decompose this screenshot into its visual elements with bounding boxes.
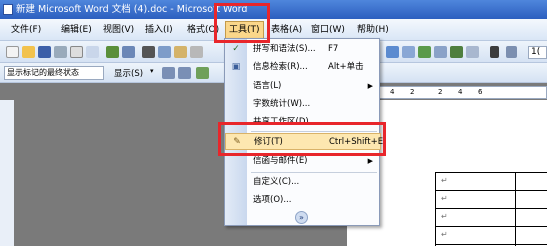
paste-icon[interactable] (174, 46, 187, 58)
accept-change-icon[interactable] (196, 67, 209, 79)
menu-item-shortcut: Alt+单击 (328, 62, 364, 72)
ruler-tick-label: 4 (390, 88, 395, 96)
insert-table-icon[interactable] (402, 46, 415, 58)
research-toolbar-icon[interactable] (122, 46, 135, 58)
previous-change-icon[interactable] (162, 67, 175, 79)
ruler-tick-label: 2 (438, 88, 443, 96)
submenu-arrow-icon: ▶ (367, 82, 373, 90)
spelling-toolbar-icon[interactable] (106, 46, 119, 58)
title-bar: 新建 Microsoft Word 文档 (4).doc - Microsoft… (0, 0, 547, 19)
table-border (435, 208, 547, 209)
menu-item-label: 选项(O)... (253, 195, 292, 205)
menu-item-label: 共享工作区(D)... (253, 117, 317, 127)
submenu-arrow-icon: ▶ (367, 157, 373, 165)
research-icon: ▣ (231, 62, 241, 72)
cut-icon[interactable] (142, 46, 155, 58)
format-painter-icon[interactable] (190, 46, 203, 58)
menu-window[interactable]: 窗口(W) (308, 23, 348, 37)
menu-item-label: 字数统计(W)... (253, 99, 311, 109)
copy-icon[interactable] (158, 46, 171, 58)
menu-item-shortcut: F7 (328, 44, 339, 54)
menu-format[interactable]: 格式(O) (184, 23, 222, 37)
menu-item-customize[interactable]: 自定义(C)... (225, 174, 381, 191)
menu-item-label: 修订(T) (254, 137, 283, 147)
menu-insert[interactable]: 插入(I) (142, 23, 176, 37)
table-border (435, 244, 547, 245)
track-changes-icon: ✎ (233, 137, 241, 147)
menu-item-shortcut: Ctrl+Shift+E (329, 137, 384, 147)
paragraph-mark: ↵ (441, 194, 448, 203)
menu-help[interactable]: 帮助(H) (354, 23, 392, 37)
paragraph-mark: ↵ (441, 230, 448, 239)
paragraph-mark: ↵ (441, 176, 448, 185)
menu-edit[interactable]: 编辑(E) (58, 23, 95, 37)
ruler-tick-label: 4 (458, 88, 463, 96)
expand-menu-chevron-icon[interactable]: » (295, 211, 308, 224)
table-border (435, 226, 547, 227)
spelling-icon: ✓ (232, 44, 240, 54)
document-map-icon[interactable] (466, 46, 479, 58)
menu-item-label: 拼写和语法(S)... (253, 44, 316, 54)
next-change-icon[interactable] (178, 67, 191, 79)
save-icon[interactable] (38, 46, 51, 58)
menu-item-label: 语言(L) (253, 81, 282, 91)
word-doc-icon (3, 4, 13, 15)
help-toolbar-icon[interactable] (506, 46, 517, 58)
print-preview-icon[interactable] (86, 46, 99, 58)
paragraph-mark: ↵ (441, 212, 448, 221)
menu-item-label: 信息检索(R)... (253, 62, 308, 72)
menu-item-word-count[interactable]: 字数统计(W)... (225, 96, 381, 113)
open-folder-icon[interactable] (22, 46, 35, 58)
menu-item-options[interactable]: 选项(O)... (225, 192, 381, 209)
table-border (435, 172, 547, 173)
tools-menu: ✓ 拼写和语法(S)... F7 ▣ 信息检索(R)... Alt+单击 语言(… (224, 38, 384, 226)
menu-item-track-changes[interactable]: ✎ 修订(T) Ctrl+Shift+E (225, 133, 384, 150)
ruler-tick-label: 2 (410, 88, 415, 96)
menu-item-letters-mailings[interactable]: 信函与邮件(E) ▶ (225, 153, 381, 170)
menu-item-spelling-grammar[interactable]: ✓ 拼写和语法(S)... F7 (225, 41, 381, 58)
menu-table[interactable]: 表格(A) (268, 23, 305, 37)
menu-item-research[interactable]: ▣ 信息检索(R)... Alt+单击 (225, 59, 381, 76)
menu-item-language[interactable]: 语言(L) ▶ (225, 78, 381, 95)
menu-tools[interactable]: 工具(T) (225, 21, 264, 39)
drawing-icon[interactable] (450, 46, 463, 58)
insert-excel-icon[interactable] (418, 46, 431, 58)
permission-icon[interactable] (54, 46, 67, 58)
print-icon[interactable] (70, 46, 83, 58)
menu-separator (251, 172, 377, 173)
window-title: 新建 Microsoft Word 文档 (4).doc - Microsoft… (16, 4, 248, 15)
ruler-tick-label: 6 (478, 88, 483, 96)
markup-mode-select[interactable]: 显示标记的最终状态 (4, 66, 104, 80)
show-dropdown-chevron-icon[interactable]: ▾ (150, 67, 154, 75)
table-border (435, 190, 547, 191)
table-border (435, 172, 436, 246)
menu-item-shared-workspace[interactable]: 共享工作区(D)... (225, 114, 381, 131)
columns-icon[interactable] (434, 46, 447, 58)
menu-view[interactable]: 视图(V) (100, 23, 137, 37)
new-document-icon[interactable] (6, 46, 19, 58)
table-border (515, 172, 516, 246)
show-markup-button[interactable]: 显示(S) (114, 67, 143, 79)
vertical-ruler[interactable] (0, 100, 14, 246)
menu-separator (251, 131, 377, 132)
menu-file[interactable]: 文件(F) (8, 23, 44, 37)
zoom-box[interactable]: 1( (528, 46, 547, 59)
menu-item-label: 自定义(C)... (253, 177, 300, 187)
show-hide-marks-icon[interactable] (490, 46, 499, 58)
tables-borders-icon[interactable] (386, 46, 399, 58)
menu-item-label: 信函与邮件(E) (253, 156, 308, 166)
